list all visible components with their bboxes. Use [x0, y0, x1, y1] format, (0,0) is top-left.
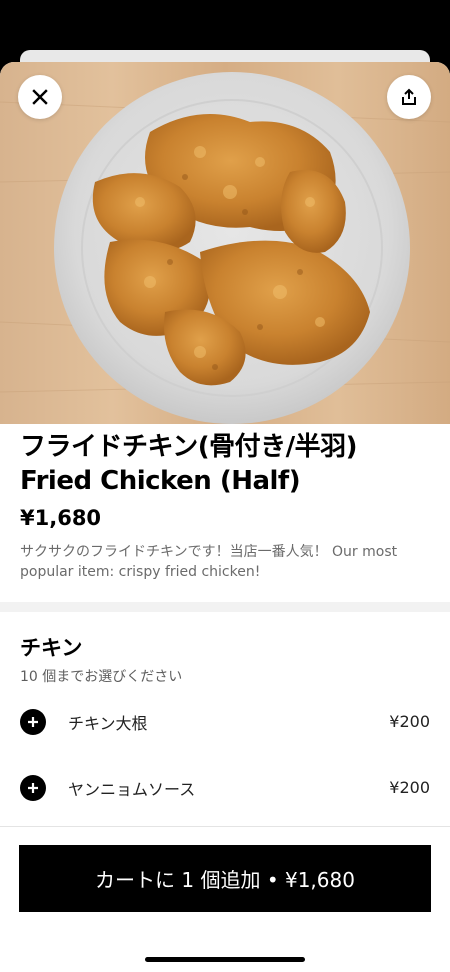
- item-price: ¥1,680: [20, 506, 102, 530]
- close-icon: [32, 89, 48, 105]
- food-image: [0, 62, 450, 424]
- share-icon: [402, 88, 416, 105]
- option-label: ヤンニョムソース: [68, 780, 196, 799]
- option-label: チキン大根: [68, 714, 148, 733]
- home-indicator[interactable]: [145, 957, 305, 962]
- item-title-ja: フライドチキン(骨付き/半羽): [20, 432, 357, 462]
- add-option-button[interactable]: [20, 775, 46, 801]
- fried-chicken-photo: [0, 72, 450, 424]
- option-row-chicken-daikon[interactable]: チキン大根 ¥200: [0, 702, 450, 742]
- item-title: フライドチキン(骨付き/半羽) Fried Chicken (Half): [20, 430, 434, 498]
- item-title-en: Fried Chicken (Half): [20, 466, 301, 496]
- plus-icon: [28, 717, 38, 727]
- add-to-cart-button[interactable]: カートに 1 個追加 • ¥1,680: [19, 845, 431, 912]
- plus-icon: [28, 783, 38, 793]
- options-section-subtitle: 10 個までお選びください: [20, 669, 183, 685]
- option-price: ¥200: [389, 712, 430, 731]
- add-to-cart-label: カートに 1 個追加 • ¥1,680: [95, 868, 355, 892]
- close-button[interactable]: [18, 75, 62, 119]
- options-section-title: チキン: [20, 636, 83, 660]
- add-option-button[interactable]: [20, 709, 46, 735]
- option-row-yangnyeom-sauce[interactable]: ヤンニョムソース ¥200: [0, 768, 450, 808]
- share-button[interactable]: [387, 75, 431, 119]
- option-price: ¥200: [389, 778, 430, 797]
- item-detail-sheet: フライドチキン(骨付き/半羽) Fried Chicken (Half) ¥1,…: [0, 62, 450, 972]
- item-description: サクサクのフライドチキンです！当店一番人気！ Our most popular …: [20, 544, 398, 580]
- footer-divider: [0, 826, 450, 827]
- section-divider: [0, 602, 450, 612]
